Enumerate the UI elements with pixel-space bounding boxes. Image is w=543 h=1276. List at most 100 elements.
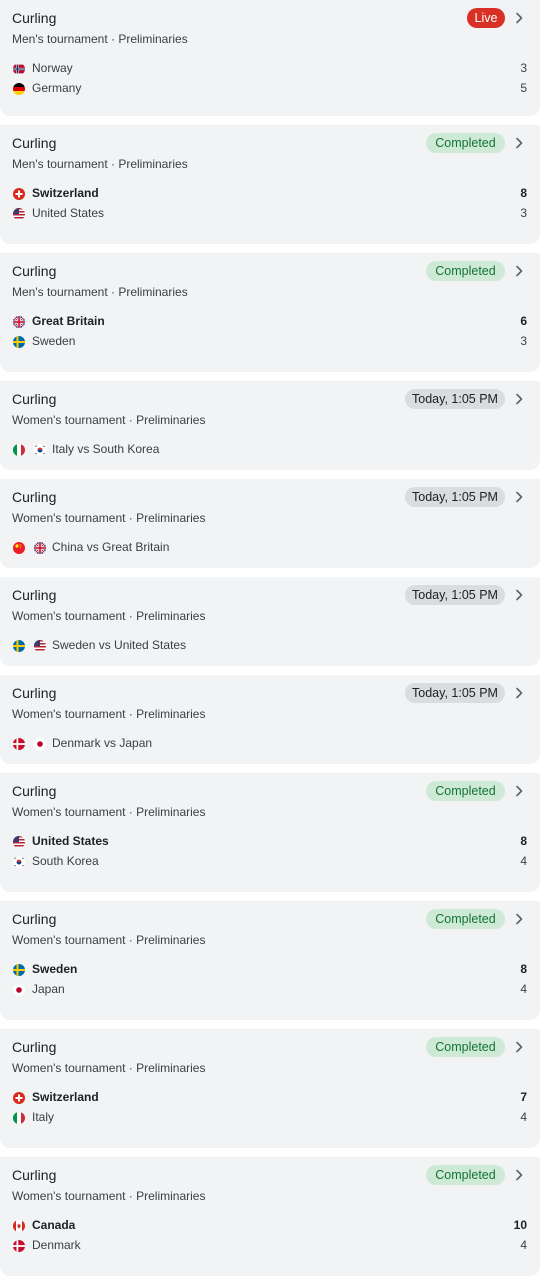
status-badge: Today, 1:05 PM (405, 487, 505, 507)
team-name: Great Britain (32, 314, 105, 328)
matchup-label: China vs Great Britain (52, 540, 170, 554)
team-row: Italy 4 (12, 1109, 527, 1127)
china-flag-icon (13, 542, 25, 554)
team-row: Denmark 4 (12, 1237, 527, 1255)
event-subtitle: Men's tournament · Preliminaries (12, 32, 188, 46)
event-subtitle: Women's tournament · Preliminaries (12, 1189, 206, 1203)
team-score: 8 (520, 186, 527, 200)
team-name: Germany (32, 81, 82, 95)
team-row: Switzerland 7 (12, 1089, 527, 1107)
team-score: 4 (520, 854, 527, 868)
chevron-right-icon[interactable] (511, 911, 527, 927)
event-sport: Curling (12, 489, 57, 505)
event-card[interactable]: Curling Women's tournament · Preliminarie… (0, 577, 540, 666)
status-badge: Completed (426, 133, 505, 153)
team-name: Denmark (32, 1238, 81, 1252)
team-row: Norway 3 (12, 60, 527, 78)
team-name: Canada (32, 1218, 76, 1232)
event-card[interactable]: Curling Men's tournament · Preliminaries C… (0, 253, 540, 372)
team-score: 4 (520, 1238, 527, 1252)
chevron-right-icon[interactable] (511, 783, 527, 799)
italy-flag-icon (13, 444, 25, 456)
team-score: 8 (520, 962, 527, 976)
matchup-label: Denmark vs Japan (52, 736, 153, 750)
united-states-flag-icon (34, 640, 46, 652)
italy-flag-icon (13, 1112, 25, 1124)
event-sport: Curling (12, 1039, 57, 1055)
event-subtitle: Men's tournament · Preliminaries (12, 285, 188, 299)
team-score: 4 (520, 1110, 527, 1124)
status-badge: Live (467, 8, 505, 28)
team-row: Great Britain 6 (12, 313, 527, 331)
chevron-right-icon[interactable] (511, 263, 527, 279)
event-subtitle: Women's tournament · Preliminaries (12, 413, 206, 427)
event-sport: Curling (12, 685, 57, 701)
team-score: 3 (520, 61, 527, 75)
event-card[interactable]: Curling Women's tournament · Preliminarie… (0, 1029, 540, 1148)
germany-flag-icon (13, 83, 25, 95)
great-britain-flag-icon (13, 316, 25, 328)
norway-flag-icon (13, 63, 25, 75)
south-korea-flag-icon (34, 444, 46, 456)
status-badge: Completed (426, 1037, 505, 1057)
sweden-flag-icon (13, 336, 25, 348)
japan-flag-icon (34, 738, 46, 750)
team-name: Italy (32, 1110, 55, 1124)
chevron-right-icon[interactable] (511, 135, 527, 151)
team-score: 6 (520, 314, 527, 328)
chevron-right-icon[interactable] (511, 391, 527, 407)
chevron-right-icon[interactable] (511, 1167, 527, 1183)
event-subtitle: Women's tournament · Preliminaries (12, 511, 206, 525)
event-card[interactable]: Curling Women's tournament · Preliminarie… (0, 675, 540, 764)
team-score: 3 (520, 334, 527, 348)
status-badge: Today, 1:05 PM (405, 389, 505, 409)
chevron-right-icon[interactable] (511, 587, 527, 603)
event-sport: Curling (12, 783, 57, 799)
denmark-flag-icon (13, 738, 25, 750)
event-sport: Curling (12, 10, 57, 26)
matchup-label: Sweden vs United States (52, 638, 187, 652)
event-sport: Curling (12, 1167, 57, 1183)
event-subtitle: Women's tournament · Preliminaries (12, 805, 206, 819)
team-row: United States 8 (12, 833, 527, 851)
united-states-flag-icon (13, 836, 25, 848)
team-name: Norway (32, 61, 73, 75)
team-row: Japan 4 (12, 981, 527, 999)
great-britain-flag-icon (34, 542, 46, 554)
chevron-right-icon[interactable] (511, 489, 527, 505)
chevron-right-icon[interactable] (511, 10, 527, 26)
team-name: South Korea (32, 854, 99, 868)
japan-flag-icon (13, 984, 25, 996)
team-name: Switzerland (32, 186, 99, 200)
team-score: 10 (513, 1218, 527, 1232)
team-row: Switzerland 8 (12, 185, 527, 203)
team-row: Germany 5 (12, 80, 527, 98)
team-score: 7 (520, 1090, 527, 1104)
team-score: 3 (520, 206, 527, 220)
sweden-flag-icon (13, 640, 25, 652)
event-card[interactable]: Curling Women's tournament · Preliminarie… (0, 381, 540, 470)
event-card[interactable]: Curling Women's tournament · Preliminarie… (0, 1157, 540, 1276)
event-card[interactable]: Curling Women's tournament · Preliminarie… (0, 479, 540, 568)
team-score: 4 (520, 982, 527, 996)
event-sport: Curling (12, 135, 57, 151)
event-sport: Curling (12, 263, 57, 279)
chevron-right-icon[interactable] (511, 1039, 527, 1055)
team-name: Sweden (32, 962, 78, 976)
team-row: Sweden 8 (12, 961, 527, 979)
event-card[interactable]: Curling Women's tournament · Preliminarie… (0, 773, 540, 892)
event-card[interactable]: Curling Women's tournament · Preliminarie… (0, 901, 540, 1020)
chevron-right-icon[interactable] (511, 685, 527, 701)
event-card[interactable]: Curling Men's tournament · Preliminaries C… (0, 125, 540, 244)
status-badge: Today, 1:05 PM (405, 585, 505, 605)
team-name: Sweden (32, 334, 76, 348)
team-row: South Korea 4 (12, 853, 527, 871)
team-name: United States (32, 206, 105, 220)
event-card[interactable]: Curling Men's tournament · Preliminaries L… (0, 0, 540, 116)
event-sport: Curling (12, 587, 57, 603)
matchup-label: Italy vs South Korea (52, 442, 160, 456)
team-row: Canada 10 (12, 1217, 527, 1235)
canada-flag-icon (13, 1220, 25, 1232)
team-name: Switzerland (32, 1090, 99, 1104)
team-row: United States 3 (12, 205, 527, 223)
